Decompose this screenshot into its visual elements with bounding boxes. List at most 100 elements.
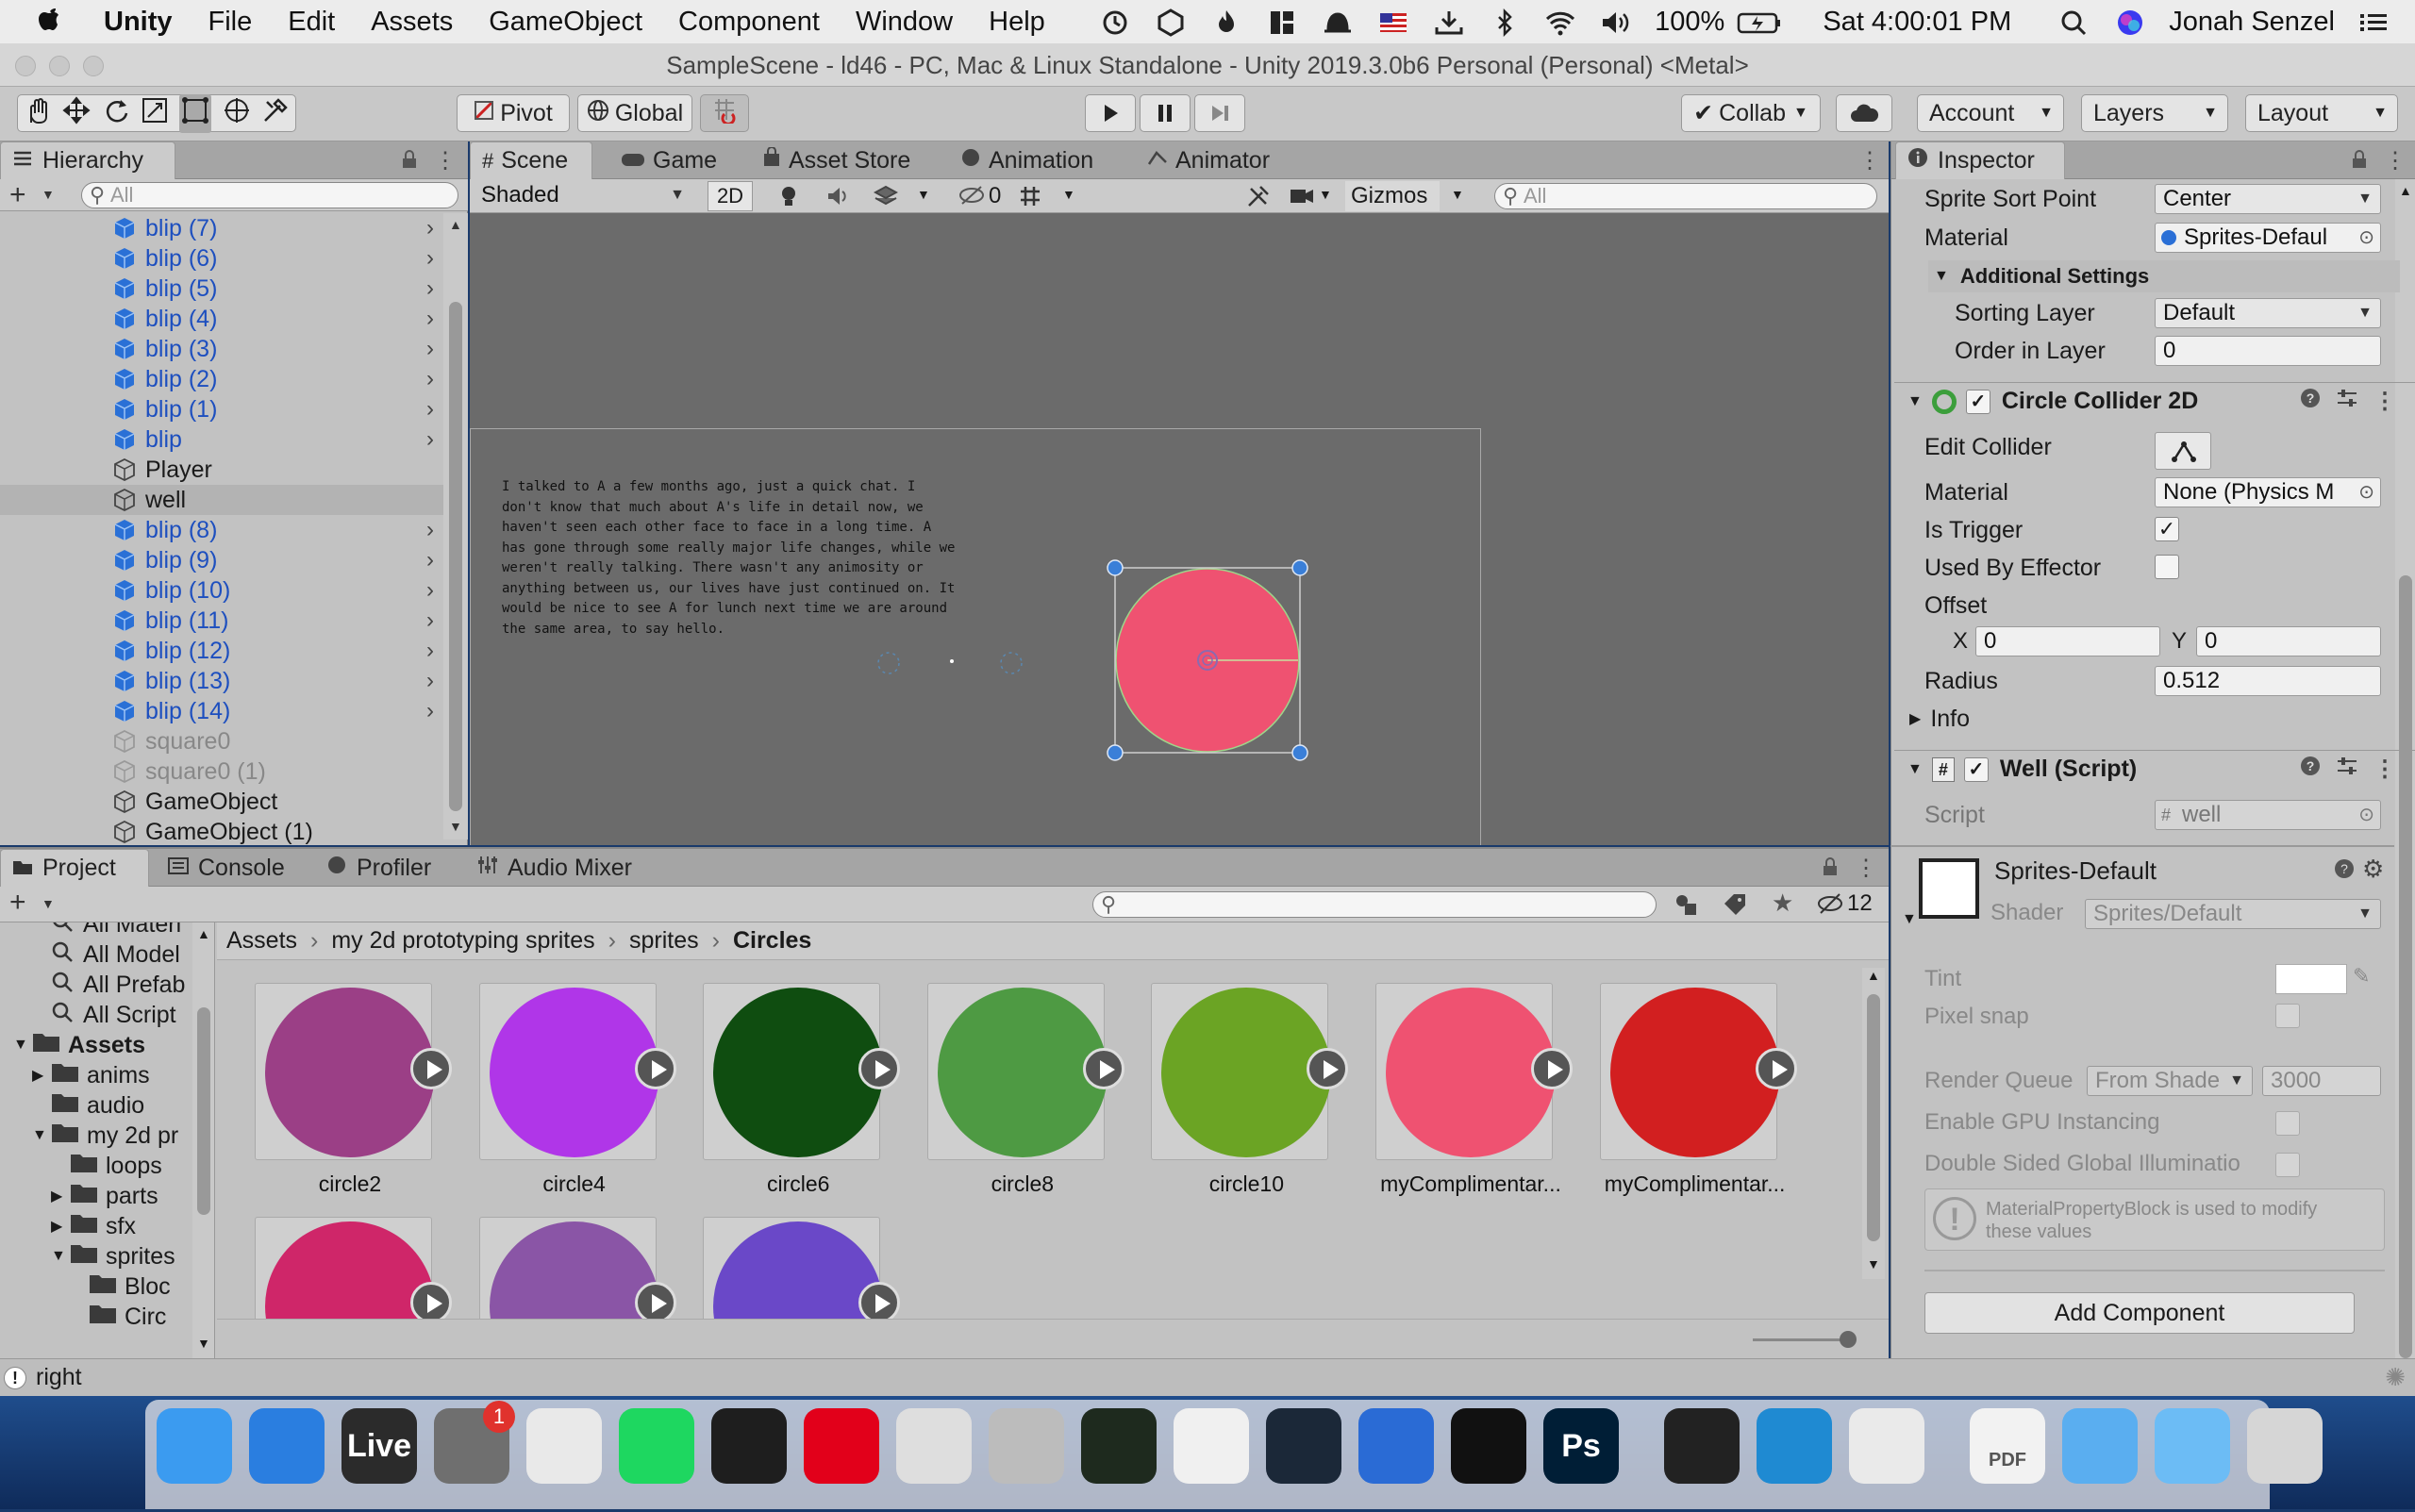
download-tray-icon[interactable] [1432, 8, 1466, 35]
preview-icon[interactable] [896, 1408, 972, 1484]
menu-assets[interactable]: Assets [353, 7, 471, 38]
window-zoom-button[interactable] [83, 56, 104, 76]
collab-dropdown[interactable]: ✔ Collab ▼ [1681, 94, 1821, 132]
scroll-down-icon[interactable]: ▼ [1867, 1256, 1880, 1271]
tree-item[interactable]: ▼ Assets [13, 1030, 145, 1060]
scrollbar-thumb[interactable] [449, 302, 462, 811]
app-menu-unity[interactable]: Unity [80, 7, 191, 38]
expand-play-icon[interactable] [858, 1048, 901, 1089]
battery-icon[interactable] [1737, 8, 1782, 35]
chevron-right-icon[interactable]: › [426, 668, 434, 694]
downloads-folder-icon[interactable] [2155, 1408, 2230, 1484]
chevron-right-icon[interactable]: › [426, 577, 434, 604]
tab-scene[interactable]: # Scene [470, 141, 592, 179]
asset-tile[interactable]: myComplimentar... [1587, 983, 1797, 1200]
window-tiling-icon[interactable] [1265, 8, 1299, 35]
chevron-down-icon[interactable]: ▼ [1062, 187, 1075, 202]
tree-scrollbar[interactable]: ▲ ▼ [192, 922, 215, 1358]
scene-search-input[interactable]: ⚲ All [1494, 183, 1877, 209]
hierarchy-row[interactable]: blip (11) › [0, 606, 443, 636]
textedit-icon[interactable] [1849, 1408, 1924, 1484]
preset-sliders-icon[interactable] [2336, 388, 2358, 415]
layers-dropdown[interactable]: Layers ▼ [2081, 94, 2228, 132]
terminal-icon[interactable] [711, 1408, 787, 1484]
lightbulb-icon[interactable] [777, 185, 800, 212]
hierarchy-row[interactable]: blip (3) › [0, 334, 443, 364]
tree-item[interactable]: loops [51, 1151, 162, 1181]
tree-item[interactable]: ▶ anims [32, 1060, 150, 1090]
window-close-button[interactable] [15, 56, 36, 76]
breadcrumb-item[interactable]: sprites [629, 927, 699, 955]
help-icon[interactable]: ? [2300, 756, 2321, 783]
expand-play-icon[interactable] [858, 1282, 901, 1319]
hierarchy-row[interactable]: Player [0, 455, 443, 485]
scroll-up-icon[interactable]: ▲ [2399, 183, 2412, 198]
gear-icon[interactable]: ⚙ [2362, 855, 2384, 884]
spotlight-search-icon[interactable] [2057, 8, 2091, 36]
ableton-live-icon[interactable]: Live [341, 1408, 417, 1484]
scroll-down-icon[interactable]: ▼ [449, 819, 462, 834]
scroll-up-icon[interactable]: ▲ [197, 926, 210, 941]
rect-tool-icon[interactable] [179, 93, 212, 133]
menu-component[interactable]: Component [660, 7, 838, 38]
asset-tile[interactable]: circle6 [690, 983, 901, 1200]
label-tag-icon[interactable] [1723, 892, 1747, 922]
scale-tool-icon[interactable] [141, 96, 169, 131]
layout-dropdown[interactable]: Layout ▼ [2245, 94, 2398, 132]
chevron-right-icon[interactable]: › [426, 336, 434, 362]
corner-handle-top-left[interactable] [1107, 559, 1124, 576]
menubar-user[interactable]: Jonah Senzel [2169, 7, 2335, 38]
steam-icon[interactable] [1266, 1408, 1341, 1484]
menubar-clock[interactable]: Sat 4:00:01 PM [1823, 7, 2011, 38]
unity-icon[interactable] [1664, 1408, 1740, 1484]
status-message[interactable]: right [36, 1364, 82, 1391]
hierarchy-row[interactable]: blip (5) › [0, 274, 443, 304]
trash-icon[interactable] [2247, 1408, 2323, 1484]
chevron-right-icon[interactable]: › [426, 396, 434, 423]
chevron-right-icon[interactable]: › [426, 547, 434, 573]
tab-animator[interactable]: Animator [1136, 141, 1281, 179]
tree-item[interactable]: All Prefab [32, 970, 185, 1000]
global-toggle[interactable]: Global [577, 94, 692, 132]
breadcrumb-item[interactable]: Assets [226, 927, 297, 955]
menu-window[interactable]: Window [838, 7, 971, 38]
corner-handle-bottom-right[interactable] [1291, 744, 1308, 761]
hierarchy-row[interactable]: blip (7) › [0, 213, 443, 243]
panel-menu-icon[interactable]: ⋮ [1858, 147, 1881, 174]
hierarchy-row-selected[interactable]: well [0, 485, 443, 515]
offset-x-field[interactable]: 0 [1975, 626, 2160, 656]
menu-edit[interactable]: Edit [270, 7, 353, 38]
tab-game[interactable]: Game [609, 141, 728, 179]
foldout-collapsed-icon[interactable]: ▶ [51, 1217, 70, 1236]
offset-y-field[interactable]: 0 [2196, 626, 2381, 656]
tree-item[interactable]: All Materi [32, 922, 181, 939]
scene-viewport[interactable]: I talked to A a few months ago, just a q… [470, 213, 1889, 845]
icon-size-slider-thumb[interactable] [1840, 1331, 1857, 1348]
tab-asset-store[interactable]: Asset Store [751, 141, 922, 179]
grid-icon[interactable] [1017, 183, 1043, 214]
preset-sliders-icon[interactable] [2336, 756, 2358, 783]
object-picker-icon[interactable]: ⊙ [2358, 478, 2374, 507]
asset-tile[interactable]: circle2 [242, 983, 452, 1200]
menu-gameobject[interactable]: GameObject [471, 7, 660, 38]
menu-help[interactable]: Help [971, 7, 1063, 38]
material-field[interactable]: Sprites-Defaul ⊙ [2155, 223, 2381, 253]
scroll-down-icon[interactable]: ▼ [197, 1336, 210, 1351]
unity-hub-icon[interactable] [1174, 1408, 1249, 1484]
chevron-right-icon[interactable]: › [426, 245, 434, 272]
script-enabled-checkbox[interactable]: ✓ [1963, 756, 1989, 782]
hierarchy-row[interactable]: square0 [0, 726, 443, 756]
tab-project[interactable]: Project [0, 849, 149, 887]
rotate-tool-icon[interactable] [102, 96, 130, 131]
photoshop-icon[interactable]: Ps [1543, 1408, 1619, 1484]
hierarchy-row[interactable]: blip (2) › [0, 364, 443, 394]
tree-item[interactable]: Circ [70, 1302, 166, 1332]
custom-tool-icon[interactable] [261, 96, 290, 131]
asset-tile[interactable]: circle8 [914, 983, 1124, 1200]
chevron-down-icon[interactable]: ▼ [42, 187, 55, 202]
help-icon[interactable]: ? [2334, 858, 2355, 884]
collider-material-field[interactable]: None (Physics M ⊙ [2155, 477, 2381, 507]
folder-stack-icon[interactable] [2062, 1408, 2138, 1484]
finder-icon[interactable] [157, 1408, 232, 1484]
hierarchy-row[interactable]: blip (14) › [0, 696, 443, 726]
